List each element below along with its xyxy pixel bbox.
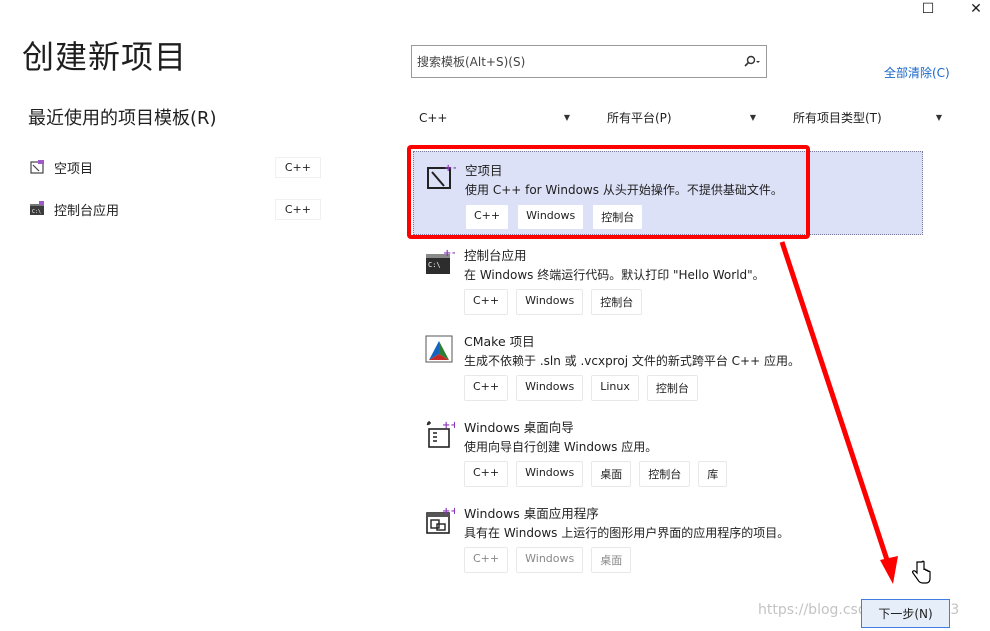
highlight-box [407, 145, 810, 239]
red-annotation-overlay [407, 145, 898, 584]
annotation-arrow-shaft [779, 241, 892, 567]
annotation-arrow-head [880, 556, 898, 584]
hand-cursor-icon [912, 560, 931, 584]
next-button[interactable]: 下一步(N) [861, 599, 950, 628]
